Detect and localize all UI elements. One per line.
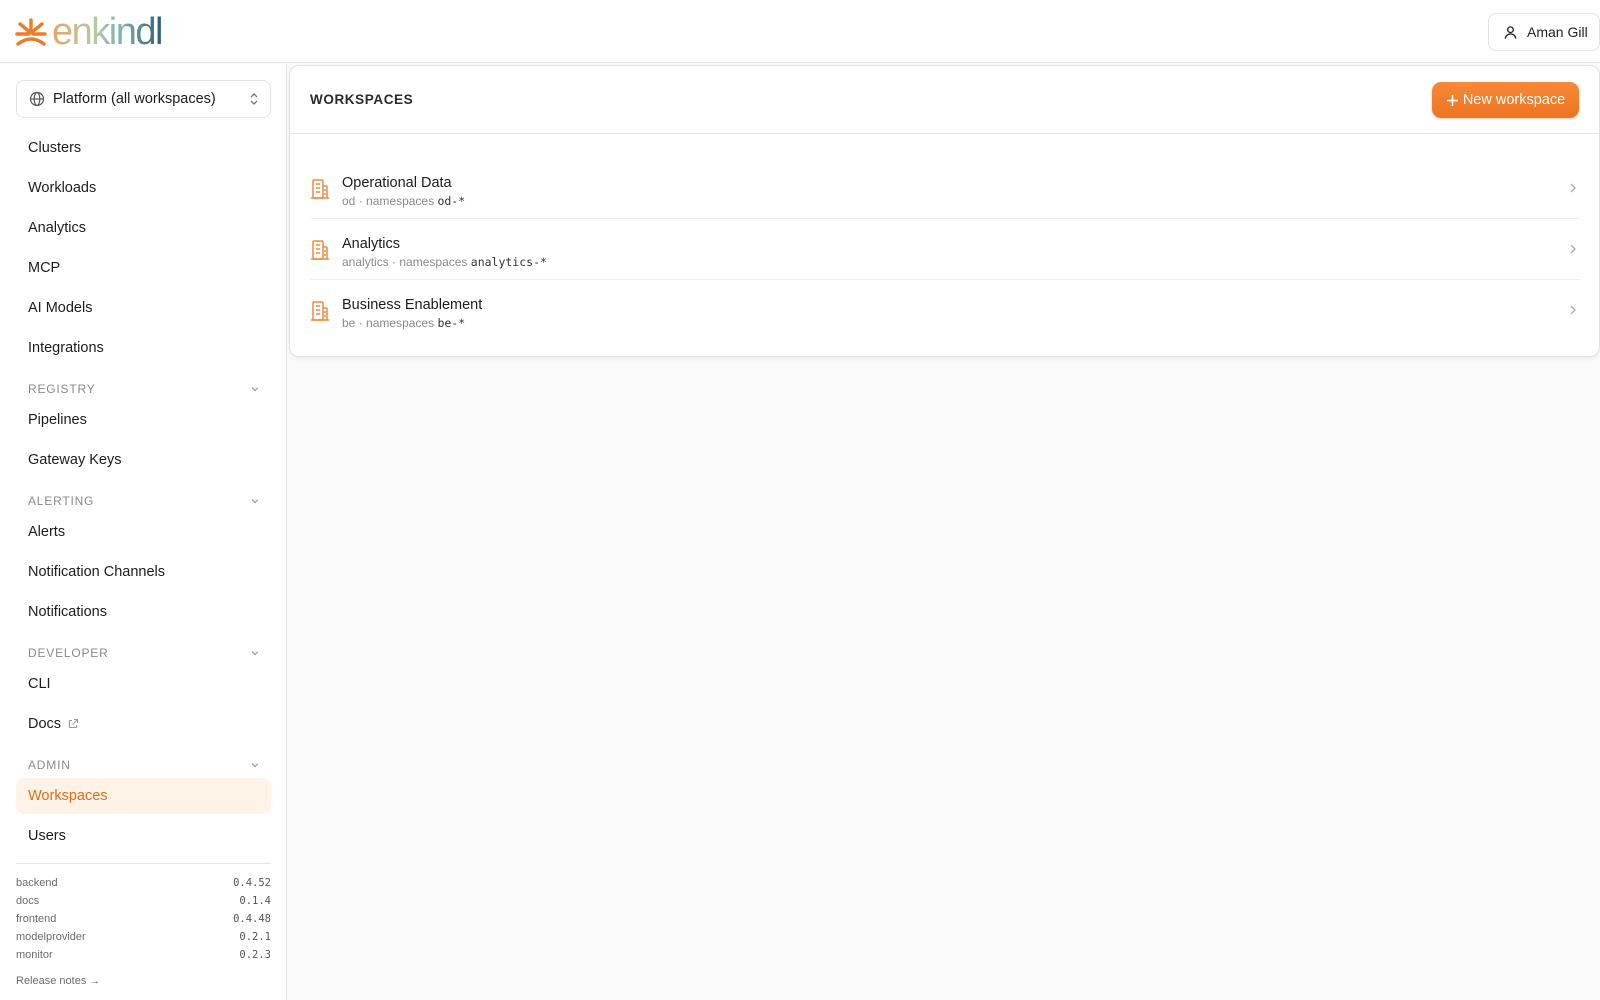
sidebar-item-docs[interactable]: Docs bbox=[16, 706, 271, 742]
sidebar-item-pipelines[interactable]: Pipelines bbox=[16, 402, 271, 438]
logo[interactable]: enkindl bbox=[14, 11, 163, 53]
sidebar-item-clusters[interactable]: Clusters bbox=[16, 130, 271, 166]
version-row: backend 0.4.52 bbox=[16, 875, 271, 891]
user-name: Aman Gill bbox=[1527, 24, 1588, 40]
section-alerting[interactable]: ALERTING bbox=[28, 491, 260, 511]
sidebar-item-workloads[interactable]: Workloads bbox=[16, 170, 271, 206]
workspace-name: Analytics bbox=[342, 236, 401, 252]
workspace-name: Operational Data bbox=[342, 175, 452, 191]
new-workspace-button[interactable]: New workspace bbox=[1432, 82, 1579, 118]
page-title: WORKSPACES bbox=[310, 92, 414, 107]
sidebar-item-workspaces[interactable]: Workspaces bbox=[16, 778, 271, 814]
section-title: REGISTRY bbox=[28, 382, 96, 396]
chevron-down-icon bbox=[251, 763, 259, 768]
release-notes-link[interactable]: Release notes → bbox=[16, 975, 100, 987]
version-value: 0.4.52 bbox=[233, 877, 271, 889]
workspace-selector[interactable]: Platform (all workspaces) bbox=[16, 80, 271, 118]
building-icon bbox=[310, 239, 330, 266]
building-icon bbox=[310, 300, 330, 327]
workspace-row[interactable]: Analytics analytics · namespaces analyti… bbox=[310, 220, 1580, 280]
workspace-meta: analytics · namespaces analytics-* bbox=[342, 255, 547, 269]
version-name: monitor bbox=[16, 949, 53, 961]
external-link-icon bbox=[67, 718, 79, 730]
plus-icon bbox=[1446, 94, 1458, 106]
logo-spark-icon bbox=[15, 18, 47, 46]
sidebar-item-notifications[interactable]: Notifications bbox=[16, 594, 271, 630]
sidebar-item-analytics[interactable]: Analytics bbox=[16, 210, 271, 246]
version-name: docs bbox=[16, 895, 40, 907]
namespace-pattern: analytics-* bbox=[470, 255, 547, 269]
sidebar-item-alerts[interactable]: Alerts bbox=[16, 514, 271, 550]
sidebar-item-label: Docs bbox=[28, 716, 62, 732]
section-admin[interactable]: ADMIN bbox=[28, 755, 260, 775]
workspace-meta: od · namespaces od-* bbox=[342, 194, 466, 208]
chevron-down-icon bbox=[251, 387, 259, 392]
namespace-pattern: od-* bbox=[437, 194, 466, 208]
section-title: ADMIN bbox=[28, 758, 71, 772]
sidebar: Platform (all workspaces) Clusters Workl… bbox=[0, 64, 287, 1000]
section-registry[interactable]: REGISTRY bbox=[28, 379, 260, 399]
section-title: ALERTING bbox=[28, 494, 95, 508]
version-value: 0.1.4 bbox=[239, 895, 271, 907]
sidebar-item-gateway-keys[interactable]: Gateway Keys bbox=[16, 442, 271, 478]
globe-icon bbox=[29, 91, 45, 107]
chevron-right-icon bbox=[1568, 303, 1578, 322]
building-icon bbox=[310, 178, 330, 205]
workspace-row[interactable]: Operational Data od · namespaces od-* bbox=[310, 159, 1580, 219]
sidebar-item-mcp[interactable]: MCP bbox=[16, 250, 271, 286]
version-value: 0.2.3 bbox=[239, 949, 271, 961]
card-header: WORKSPACES New workspace bbox=[290, 66, 1599, 134]
version-row: frontend 0.4.48 bbox=[16, 911, 271, 927]
workspaces-card: WORKSPACES New workspace Operational Dat… bbox=[289, 65, 1600, 357]
section-title: DEVELOPER bbox=[28, 646, 109, 660]
user-menu-button[interactable]: Aman Gill bbox=[1488, 13, 1600, 51]
version-name: modelprovider bbox=[16, 931, 86, 943]
version-row: monitor 0.2.3 bbox=[16, 947, 271, 963]
chevron-down-icon bbox=[251, 499, 259, 504]
sidebar-item-users[interactable]: Users bbox=[16, 818, 271, 854]
version-value: 0.2.1 bbox=[239, 931, 271, 943]
sidebar-item-cli[interactable]: CLI bbox=[16, 666, 271, 702]
top-bar: enkindl Aman Gill bbox=[0, 0, 1600, 63]
user-icon bbox=[1504, 25, 1517, 39]
workspace-name: Business Enablement bbox=[342, 297, 483, 313]
chevron-down-icon bbox=[251, 651, 259, 656]
sidebar-divider bbox=[16, 863, 271, 864]
workspace-selector-label: Platform (all workspaces) bbox=[53, 91, 216, 107]
sidebar-item-notification-channels[interactable]: Notification Channels bbox=[16, 554, 271, 590]
workspace-meta: be · namespaces be-* bbox=[342, 316, 466, 330]
namespace-pattern: be-* bbox=[437, 316, 466, 330]
version-value: 0.4.48 bbox=[233, 913, 271, 925]
chevron-up-down-icon bbox=[250, 93, 258, 105]
sidebar-item-ai-models[interactable]: AI Models bbox=[16, 290, 271, 326]
version-name: frontend bbox=[16, 913, 57, 925]
section-developer[interactable]: DEVELOPER bbox=[28, 643, 260, 663]
chevron-right-icon bbox=[1568, 181, 1578, 200]
version-row: modelprovider 0.2.1 bbox=[16, 929, 271, 945]
sidebar-item-integrations[interactable]: Integrations bbox=[16, 330, 271, 366]
chevron-right-icon bbox=[1568, 242, 1578, 261]
version-row: docs 0.1.4 bbox=[16, 893, 271, 909]
new-workspace-label: New workspace bbox=[1462, 92, 1566, 108]
version-name: backend bbox=[16, 877, 58, 889]
logo-text: enkindl bbox=[52, 11, 163, 53]
workspace-row[interactable]: Business Enablement be · namespaces be-* bbox=[310, 281, 1580, 341]
